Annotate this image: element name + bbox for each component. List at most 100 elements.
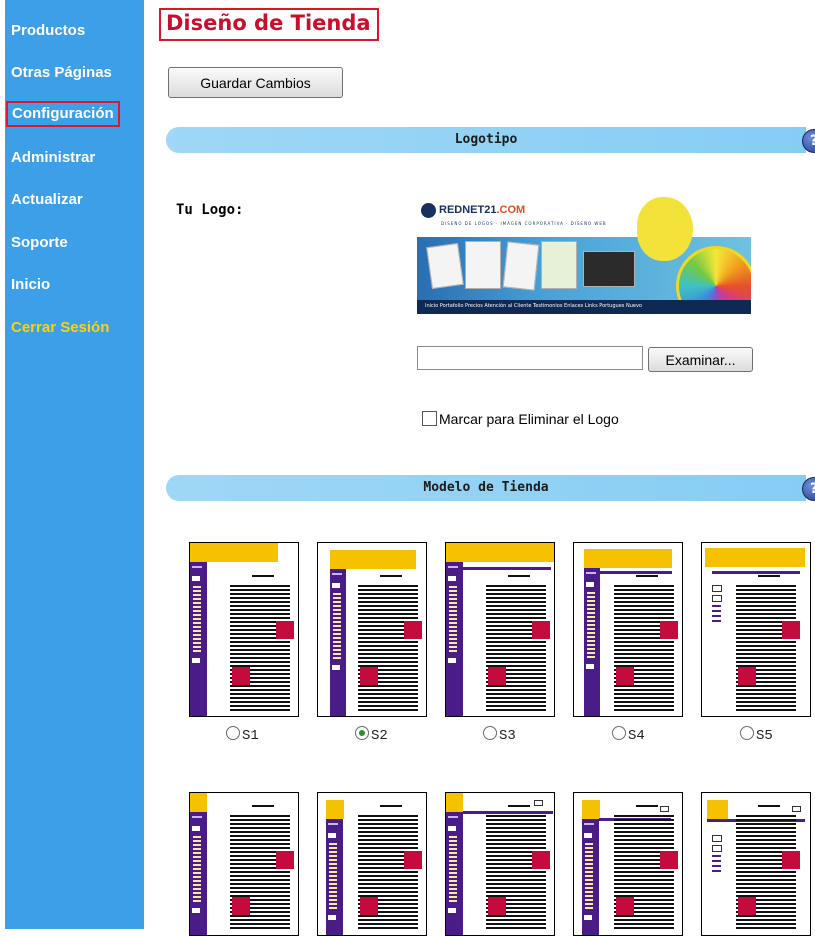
template-list-line xyxy=(712,615,721,617)
radio-icon[interactable] xyxy=(740,726,754,740)
template-sidebar-line xyxy=(585,907,593,909)
sidebar-item-configuracion[interactable]: Configuración xyxy=(6,101,120,127)
template-shape xyxy=(614,843,674,845)
template-sidebar-block xyxy=(448,658,456,663)
template-shape xyxy=(614,847,674,849)
template-shape xyxy=(486,871,546,873)
template-radio-s4[interactable]: S4 xyxy=(612,726,645,744)
template-shape xyxy=(486,685,546,687)
template-sidebar-line xyxy=(587,616,595,618)
template-shape xyxy=(736,891,796,893)
template-radio-s1[interactable]: S1 xyxy=(226,726,259,744)
template-thumbnail[interactable] xyxy=(573,792,683,936)
template-shape xyxy=(614,593,674,595)
template-radio-label: S1 xyxy=(242,728,259,744)
template-shape xyxy=(230,875,290,877)
template-shape xyxy=(736,657,796,659)
template-sidebar-line xyxy=(192,566,202,568)
template-sidebar-line xyxy=(449,840,457,842)
template-header-band xyxy=(584,549,672,568)
template-shape xyxy=(736,883,796,885)
template-thumbnail[interactable] xyxy=(189,792,299,936)
template-header-band xyxy=(446,543,554,562)
template-sidebar-line xyxy=(449,638,457,640)
sidebar-item-soporte[interactable]: Soporte xyxy=(11,234,68,251)
template-sidebar-line xyxy=(193,594,201,596)
template-shape xyxy=(358,597,418,599)
template-sidebar-line xyxy=(193,642,201,644)
template-sidebar-line xyxy=(329,895,337,897)
template-shape xyxy=(358,693,418,695)
template-shape xyxy=(358,883,418,885)
template-shape xyxy=(358,661,418,663)
sidebar-item-productos[interactable]: Productos xyxy=(11,22,85,39)
template-sidebar-line xyxy=(333,601,341,603)
template-sidebar-block xyxy=(192,658,200,663)
template-shape xyxy=(614,701,674,703)
radio-icon[interactable] xyxy=(483,726,497,740)
template-thumbnail[interactable] xyxy=(189,542,299,717)
template-thumbnail[interactable] xyxy=(317,542,427,717)
template-sidebar-line xyxy=(193,606,201,608)
template-thumbnail[interactable] xyxy=(573,542,683,717)
save-button[interactable]: Guardar Cambios xyxy=(168,67,343,98)
checkbox-icon[interactable] xyxy=(422,411,437,426)
template-shape xyxy=(614,697,674,699)
template-sidebar-line xyxy=(193,650,201,652)
template-sidebar-line xyxy=(193,618,201,620)
template-shape xyxy=(358,601,418,603)
template-sidebar-line xyxy=(193,848,201,850)
template-radio-s3[interactable]: S3 xyxy=(483,726,516,744)
template-header-band xyxy=(190,543,278,562)
radio-icon[interactable] xyxy=(612,726,626,740)
template-sidebar-line xyxy=(585,851,593,853)
template-shape xyxy=(736,709,796,711)
template-thumbnail[interactable] xyxy=(701,542,811,717)
template-shape xyxy=(486,589,546,591)
template-shape xyxy=(736,875,796,877)
template-thumbnail[interactable] xyxy=(317,792,427,936)
template-thumbnail[interactable] xyxy=(445,542,555,717)
template-shape xyxy=(358,657,418,659)
template-radio-s5[interactable]: S5 xyxy=(740,726,773,744)
sidebar-item-inicio[interactable]: Inicio xyxy=(11,276,50,293)
template-shape xyxy=(636,805,658,807)
logo-brand-name: REDNET21 xyxy=(439,204,497,216)
radio-icon[interactable] xyxy=(355,726,369,740)
model-section-bar: Modelo de Tienda xyxy=(166,475,806,501)
template-shape xyxy=(230,847,290,849)
template-sidebar-line xyxy=(584,823,594,825)
template-shape xyxy=(614,709,674,711)
template-shape xyxy=(230,819,290,821)
template-shape xyxy=(358,919,418,921)
template-sidebar-line xyxy=(449,642,457,644)
delete-logo-checkbox[interactable]: Marcar para Eliminar el Logo xyxy=(422,411,619,427)
template-shape xyxy=(736,649,796,651)
template-thumbnail[interactable] xyxy=(701,792,811,936)
template-shape xyxy=(230,593,290,595)
logo-file-input[interactable] xyxy=(417,346,643,370)
template-sidebar-line xyxy=(587,652,595,654)
template-mini-icon xyxy=(712,595,722,602)
template-shape xyxy=(486,843,546,845)
template-shape xyxy=(230,709,290,711)
sidebar-item-administrar[interactable]: Administrar xyxy=(11,149,95,166)
template-sidebar-line xyxy=(449,630,457,632)
template-shape xyxy=(636,575,658,577)
radio-icon[interactable] xyxy=(226,726,240,740)
template-shape xyxy=(614,815,674,817)
sidebar-item-cerrar-sesion[interactable]: Cerrar Sesión xyxy=(11,319,109,336)
sidebar-item-otras-paginas[interactable]: Otras Páginas xyxy=(11,64,112,81)
template-shape xyxy=(614,597,674,599)
template-radio-label: S3 xyxy=(499,728,516,744)
template-thumbnail[interactable] xyxy=(445,792,555,936)
template-shape xyxy=(230,661,290,663)
sidebar-item-actualizar[interactable]: Actualizar xyxy=(11,191,83,208)
template-radio-s2[interactable]: S2 xyxy=(355,726,388,744)
browse-button[interactable]: Examinar... xyxy=(648,347,753,372)
template-shape xyxy=(486,887,546,889)
template-sidebar-line xyxy=(585,891,593,893)
template-mini-icon xyxy=(712,835,722,842)
template-shape xyxy=(230,649,290,651)
template-shape xyxy=(614,685,674,687)
